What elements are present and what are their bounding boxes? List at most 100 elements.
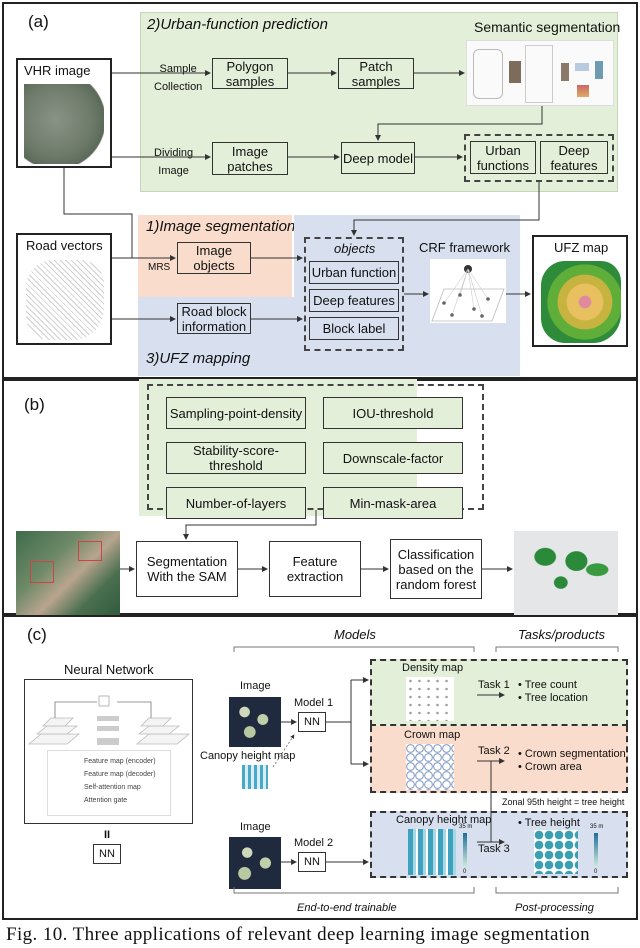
unet-legend: Feature map (encoder) Feature map (decod… — [47, 750, 171, 816]
canopy-scale-max: 35 m — [459, 824, 473, 830]
model-2-label: Model 2 — [294, 837, 334, 849]
mrs-label: MRS — [148, 262, 171, 273]
collection-label: Collection — [154, 81, 203, 93]
sample-collection-label: Sample Collection — [154, 60, 202, 96]
polygon-samples-box: Polygon samples — [212, 58, 288, 89]
ufz-map-image — [541, 261, 621, 343]
task-1-label: Task 1 — [478, 679, 510, 691]
panel-c: (c) Neural Network Feature map (encoder)… — [2, 615, 638, 920]
semantic-segmentation-diagram — [466, 40, 614, 106]
crf-framework-title: CRF framework — [419, 240, 511, 255]
product-crown-area: • Crown area — [518, 761, 582, 773]
param-stability-score-threshold: Stability-score-threshold — [166, 442, 306, 474]
unet-architecture — [27, 695, 191, 745]
tree-height-scale-min: 0 — [594, 869, 598, 875]
tree-height-scale-bar — [594, 833, 598, 867]
task-2-products: • Crown segmentation • Crown area — [518, 748, 626, 774]
objects-deep-features: Deep features — [309, 289, 399, 312]
tasks-header: Tasks/products — [518, 627, 605, 642]
canopy-scale-min: 0 — [463, 869, 467, 875]
classification-result-image — [514, 531, 618, 617]
zonal-height-note: Zonal 95th height = tree height — [502, 797, 625, 807]
urban-functions-box: Urban functions — [470, 141, 536, 174]
dividing-image-label: Dividing Image — [154, 144, 193, 180]
figure-caption: Fig. 10. Three applications of relevant … — [6, 924, 591, 945]
canopy-input-image — [242, 765, 268, 789]
image-2-label: Image — [240, 821, 271, 833]
density-map-title: Density map — [402, 662, 464, 674]
sample-label: Sample — [159, 63, 197, 75]
semantic-segmentation-title: Semantic segmentation — [474, 19, 621, 35]
deep-model-box: Deep model — [341, 142, 415, 174]
canopy-input-label: Canopy height map — [200, 750, 296, 762]
road-vectors-card: Road vectors — [16, 233, 112, 345]
road-vector-map — [26, 260, 104, 340]
model-1-nn: NN — [298, 712, 326, 732]
image-1-aerial — [229, 697, 281, 747]
objects-urban-function: Urban function — [309, 261, 399, 284]
ufz-map-title: UFZ map — [554, 240, 609, 255]
ufz-map-card: UFZ map — [532, 235, 628, 347]
nn-symbol-box: NN — [93, 844, 121, 864]
canopy-height-map-title: Canopy height map — [396, 814, 492, 826]
product-tree-count: • Tree count — [518, 679, 577, 691]
road-vectors-title: Road vectors — [26, 238, 103, 253]
ufz-mapping-title: 3)UFZ mapping — [146, 350, 251, 367]
param-min-mask-area: Min-mask-area — [323, 487, 463, 519]
task-3-label: Task 3 — [478, 843, 510, 855]
panel-c-label: (c) — [27, 625, 47, 644]
end-to-end-label: End-to-end trainable — [297, 902, 397, 914]
panel-a: (a) 2)Urban-function prediction 1)Image … — [2, 2, 638, 379]
input-forest-image — [16, 531, 120, 617]
image-objects-box: Image objects — [177, 242, 251, 274]
objects-block-label: Block label — [309, 317, 399, 340]
image-segmentation-title: 1)Image segmentation — [146, 218, 296, 235]
image-1-label: Image — [240, 680, 271, 692]
vhr-image-card: VHR image — [16, 58, 112, 168]
neural-network-title: Neural Network — [64, 662, 154, 677]
task-2-label: Task 2 — [478, 745, 510, 757]
product-tree-location: • Tree location — [518, 692, 588, 704]
segmentation-sam-box: Segmentation With the SAM — [136, 541, 238, 597]
deep-features-output-box: Deep features — [540, 141, 608, 174]
legend-encoder: Feature map (encoder) — [84, 758, 156, 765]
tree-height-result-image — [534, 830, 578, 874]
image-label: Image — [158, 165, 189, 177]
feature-extraction-box: Feature extraction — [269, 541, 361, 597]
param-number-of-layers: Number-of-layers — [166, 487, 306, 519]
vhr-satellite-image — [24, 84, 104, 164]
legend-attention-gate: Attention gate — [84, 797, 128, 804]
crown-map-title: Crown map — [404, 729, 461, 741]
panel-b-label: (b) — [24, 395, 45, 414]
crown-map-image — [406, 744, 454, 790]
neural-network-diagram: Feature map (encoder) Feature map (decod… — [24, 679, 193, 824]
model-2-nn: NN — [298, 852, 326, 872]
equals-sign: II — [104, 829, 111, 841]
density-map-image — [406, 677, 454, 721]
param-sampling-point-density: Sampling-point-density — [166, 397, 306, 429]
product-crown-segmentation: • Crown segmentation — [518, 748, 626, 760]
post-processing-label: Post-processing — [515, 902, 594, 914]
objects-title: objects — [334, 241, 376, 256]
urban-function-title: 2)Urban-function prediction — [147, 16, 328, 33]
legend-decoder: Feature map (decoder) — [84, 771, 156, 778]
patch-samples-box: Patch samples — [338, 58, 414, 89]
image-2-aerial — [229, 837, 281, 889]
tree-height-scale-max: 35 m — [590, 824, 604, 830]
task-1-products: • Tree count • Tree location — [518, 679, 588, 705]
canopy-scale-bar — [463, 833, 467, 867]
panel-b: (b) Sampling-point-density IOU-threshold… — [2, 379, 638, 617]
param-downscale-factor: Downscale-factor — [323, 442, 463, 474]
param-iou-threshold: IOU-threshold — [323, 397, 463, 429]
road-block-box: Road block information — [177, 303, 251, 334]
canopy-height-map-image — [408, 829, 456, 875]
image-patches-box: Image patches — [212, 142, 288, 175]
model-1-label: Model 1 — [294, 697, 334, 709]
legend-self-attention: Self-attention map — [84, 784, 141, 791]
panel-a-label: (a) — [28, 12, 49, 31]
dividing-label: Dividing — [154, 147, 194, 159]
classification-box: Classification based on the random fores… — [390, 539, 482, 599]
vhr-image-title: VHR image — [24, 63, 91, 78]
product-tree-height: • Tree height — [518, 817, 580, 829]
crf-graph-svg — [431, 265, 505, 322]
